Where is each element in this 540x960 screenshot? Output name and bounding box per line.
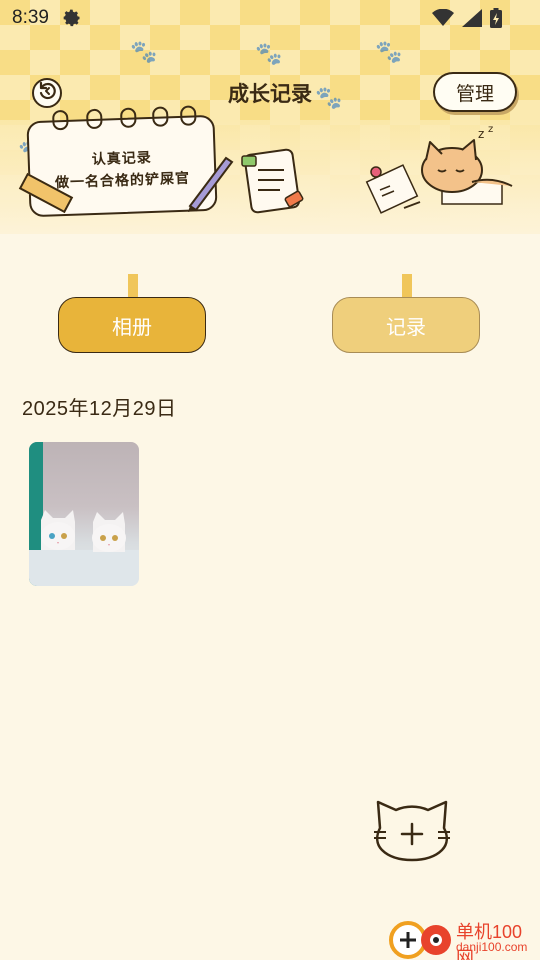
svg-text:z: z [478, 127, 484, 141]
notepad-ring [119, 107, 137, 129]
gear-icon [62, 8, 82, 32]
paw-icon: 🐾 [255, 42, 283, 67]
notepad-ring [52, 109, 69, 131]
notepad-ring [85, 108, 103, 130]
notepad-ring [179, 105, 197, 126]
photo-thumbnail[interactable] [29, 442, 139, 586]
notepad-ring [151, 106, 169, 127]
sleeping-cat-illustration: z z [421, 124, 513, 205]
album-group-date: 2025年12月29日 [22, 398, 177, 420]
clipboard-illustration [241, 148, 304, 214]
photo-image [29, 442, 139, 586]
add-record-button[interactable] [372, 798, 452, 864]
signal-icon [462, 9, 482, 31]
watermark-logo-icon [389, 921, 451, 959]
status-time: 8:39 [12, 7, 49, 28]
svg-text:z: z [488, 124, 493, 135]
watermark-line2: danji100.com [456, 940, 528, 954]
manage-button[interactable]: 管理 [433, 72, 517, 112]
tab-record[interactable]: 记录 [332, 297, 480, 353]
status-bar: 8:39 [0, 0, 540, 36]
tab-album[interactable]: 相册 [58, 297, 206, 353]
paw-icon: 🐾 [375, 40, 403, 65]
pen-illustration [188, 156, 234, 212]
battery-charging-icon [490, 8, 502, 32]
wifi-icon [432, 8, 454, 31]
watermark: 单机100网 danji100.com [388, 914, 540, 960]
cat-add-icon [374, 800, 450, 862]
paw-icon: 🐾 [130, 40, 158, 65]
